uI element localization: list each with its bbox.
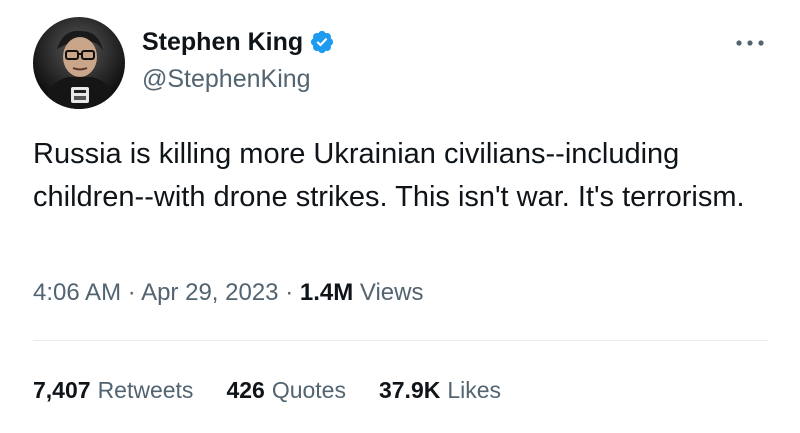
- likes-label: Likes: [447, 377, 502, 403]
- author-handle[interactable]: @StephenKing: [142, 64, 311, 94]
- quotes-label: Quotes: [271, 377, 346, 403]
- verified-badge-icon[interactable]: [309, 29, 335, 55]
- quotes-count: 426: [226, 377, 265, 403]
- avatar-photo-icon: [43, 30, 117, 109]
- tweet-metadata: 4:06 AM · Apr 29, 2023 · 1.4M Views: [33, 277, 423, 309]
- likes-count: 37.9K: [378, 377, 441, 403]
- likes-stat[interactable]: 37.9K Likes: [379, 374, 501, 406]
- retweets-count: 7,407: [33, 377, 91, 403]
- tweet-date[interactable]: Apr 29, 2023: [141, 279, 278, 306]
- quotes-stat[interactable]: 426 Quotes: [226, 374, 346, 406]
- more-options-icon[interactable]: [733, 36, 767, 50]
- tweet-time[interactable]: 4:06 AM: [33, 279, 121, 306]
- views-label: Views: [359, 279, 424, 306]
- avatar[interactable]: [33, 17, 125, 109]
- meta-separator: ·: [285, 279, 300, 306]
- tweet-card: Stephen King @StephenKing Russia is kill…: [0, 0, 800, 433]
- engagement-stats: 7,407 Retweets 426 Quotes 37.9K Likes: [33, 374, 501, 406]
- divider: [33, 340, 768, 341]
- author-display-name[interactable]: Stephen King: [142, 26, 303, 58]
- views-count: 1.4M: [299, 279, 360, 306]
- author-name-row: Stephen King: [142, 26, 335, 58]
- retweets-stat[interactable]: 7,407 Retweets: [33, 374, 193, 406]
- meta-separator: ·: [127, 279, 142, 306]
- retweets-label: Retweets: [97, 377, 194, 403]
- tweet-text: Russia is killing more Ukrainian civilia…: [33, 138, 745, 213]
